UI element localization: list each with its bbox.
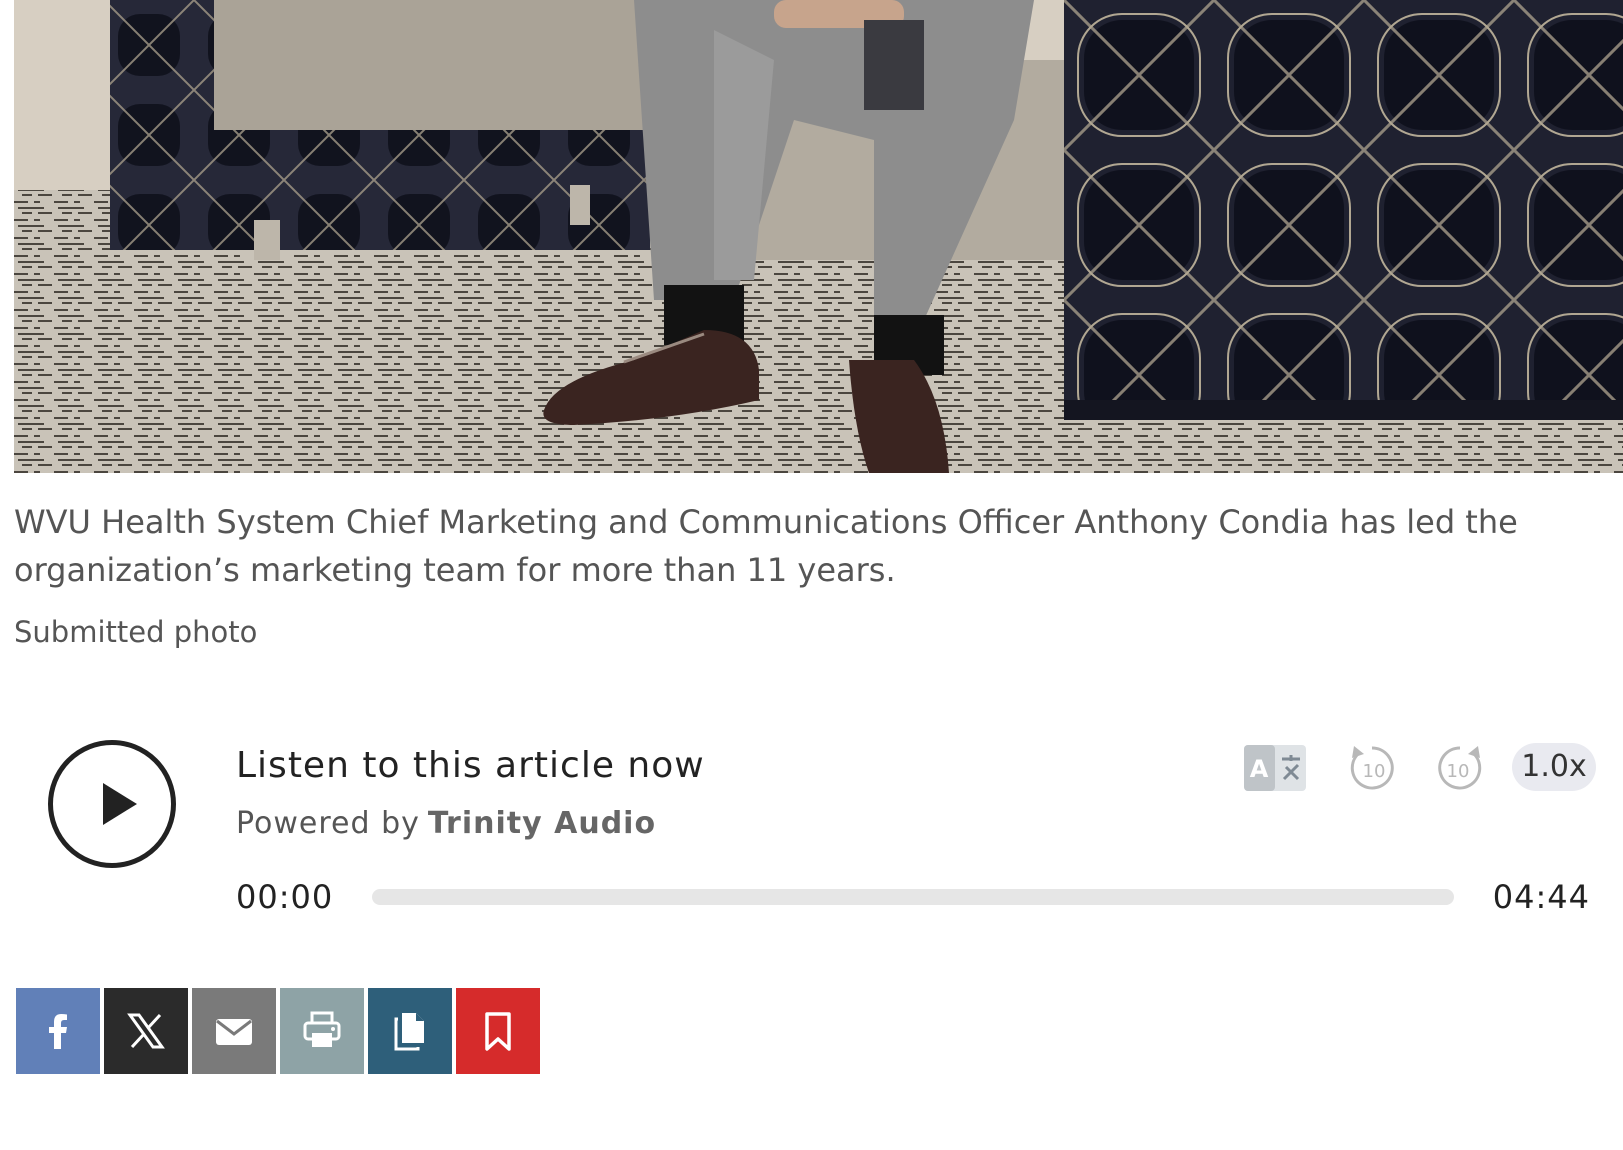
svg-text:A: A	[1250, 755, 1269, 783]
powered-by: Powered by Trinity Audio	[236, 806, 656, 841]
rewind-label: 10	[1363, 761, 1386, 782]
article-page: WVU Health System Chief Marketing and Co…	[0, 0, 1623, 1150]
powered-by-brand[interactable]: Trinity Audio	[428, 806, 656, 841]
play-button[interactable]	[48, 740, 176, 868]
share-email-button[interactable]	[192, 988, 276, 1074]
play-icon	[103, 783, 137, 825]
envelope-icon	[216, 1019, 252, 1045]
copy-icon	[394, 1013, 424, 1051]
share-facebook-button[interactable]	[16, 988, 100, 1074]
share-print-button[interactable]	[280, 988, 364, 1074]
translate-icon: A	[1244, 745, 1306, 791]
x-icon	[127, 1013, 165, 1049]
printer-icon	[303, 1011, 341, 1047]
share-bookmark-button[interactable]	[456, 988, 540, 1074]
total-time: 04:44	[1492, 878, 1590, 916]
powered-by-label: Powered by	[236, 806, 420, 841]
photo-caption: WVU Health System Chief Marketing and Co…	[14, 503, 1518, 589]
rewind-10-button[interactable]: 10	[1344, 740, 1400, 796]
progress-bar[interactable]	[372, 889, 1454, 905]
facebook-icon	[49, 1014, 67, 1049]
article-photo	[14, 0, 1623, 473]
forward-10-button[interactable]: 10	[1432, 740, 1488, 796]
playback-speed-button[interactable]: 1.0x	[1512, 743, 1596, 791]
share-x-button[interactable]	[104, 988, 188, 1074]
translate-button[interactable]: A	[1244, 745, 1306, 791]
current-time: 00:00	[236, 878, 334, 916]
rewind-icon: 10	[1350, 746, 1394, 790]
photo-illustration	[14, 0, 1623, 473]
share-copy-button[interactable]	[368, 988, 452, 1074]
share-bar	[16, 988, 544, 1074]
bookmark-icon	[485, 1012, 511, 1051]
audio-player-title: Listen to this article now	[236, 745, 705, 786]
forward-icon: 10	[1438, 746, 1482, 790]
photo-credit: Submitted photo	[14, 615, 258, 649]
forward-label: 10	[1447, 761, 1470, 782]
